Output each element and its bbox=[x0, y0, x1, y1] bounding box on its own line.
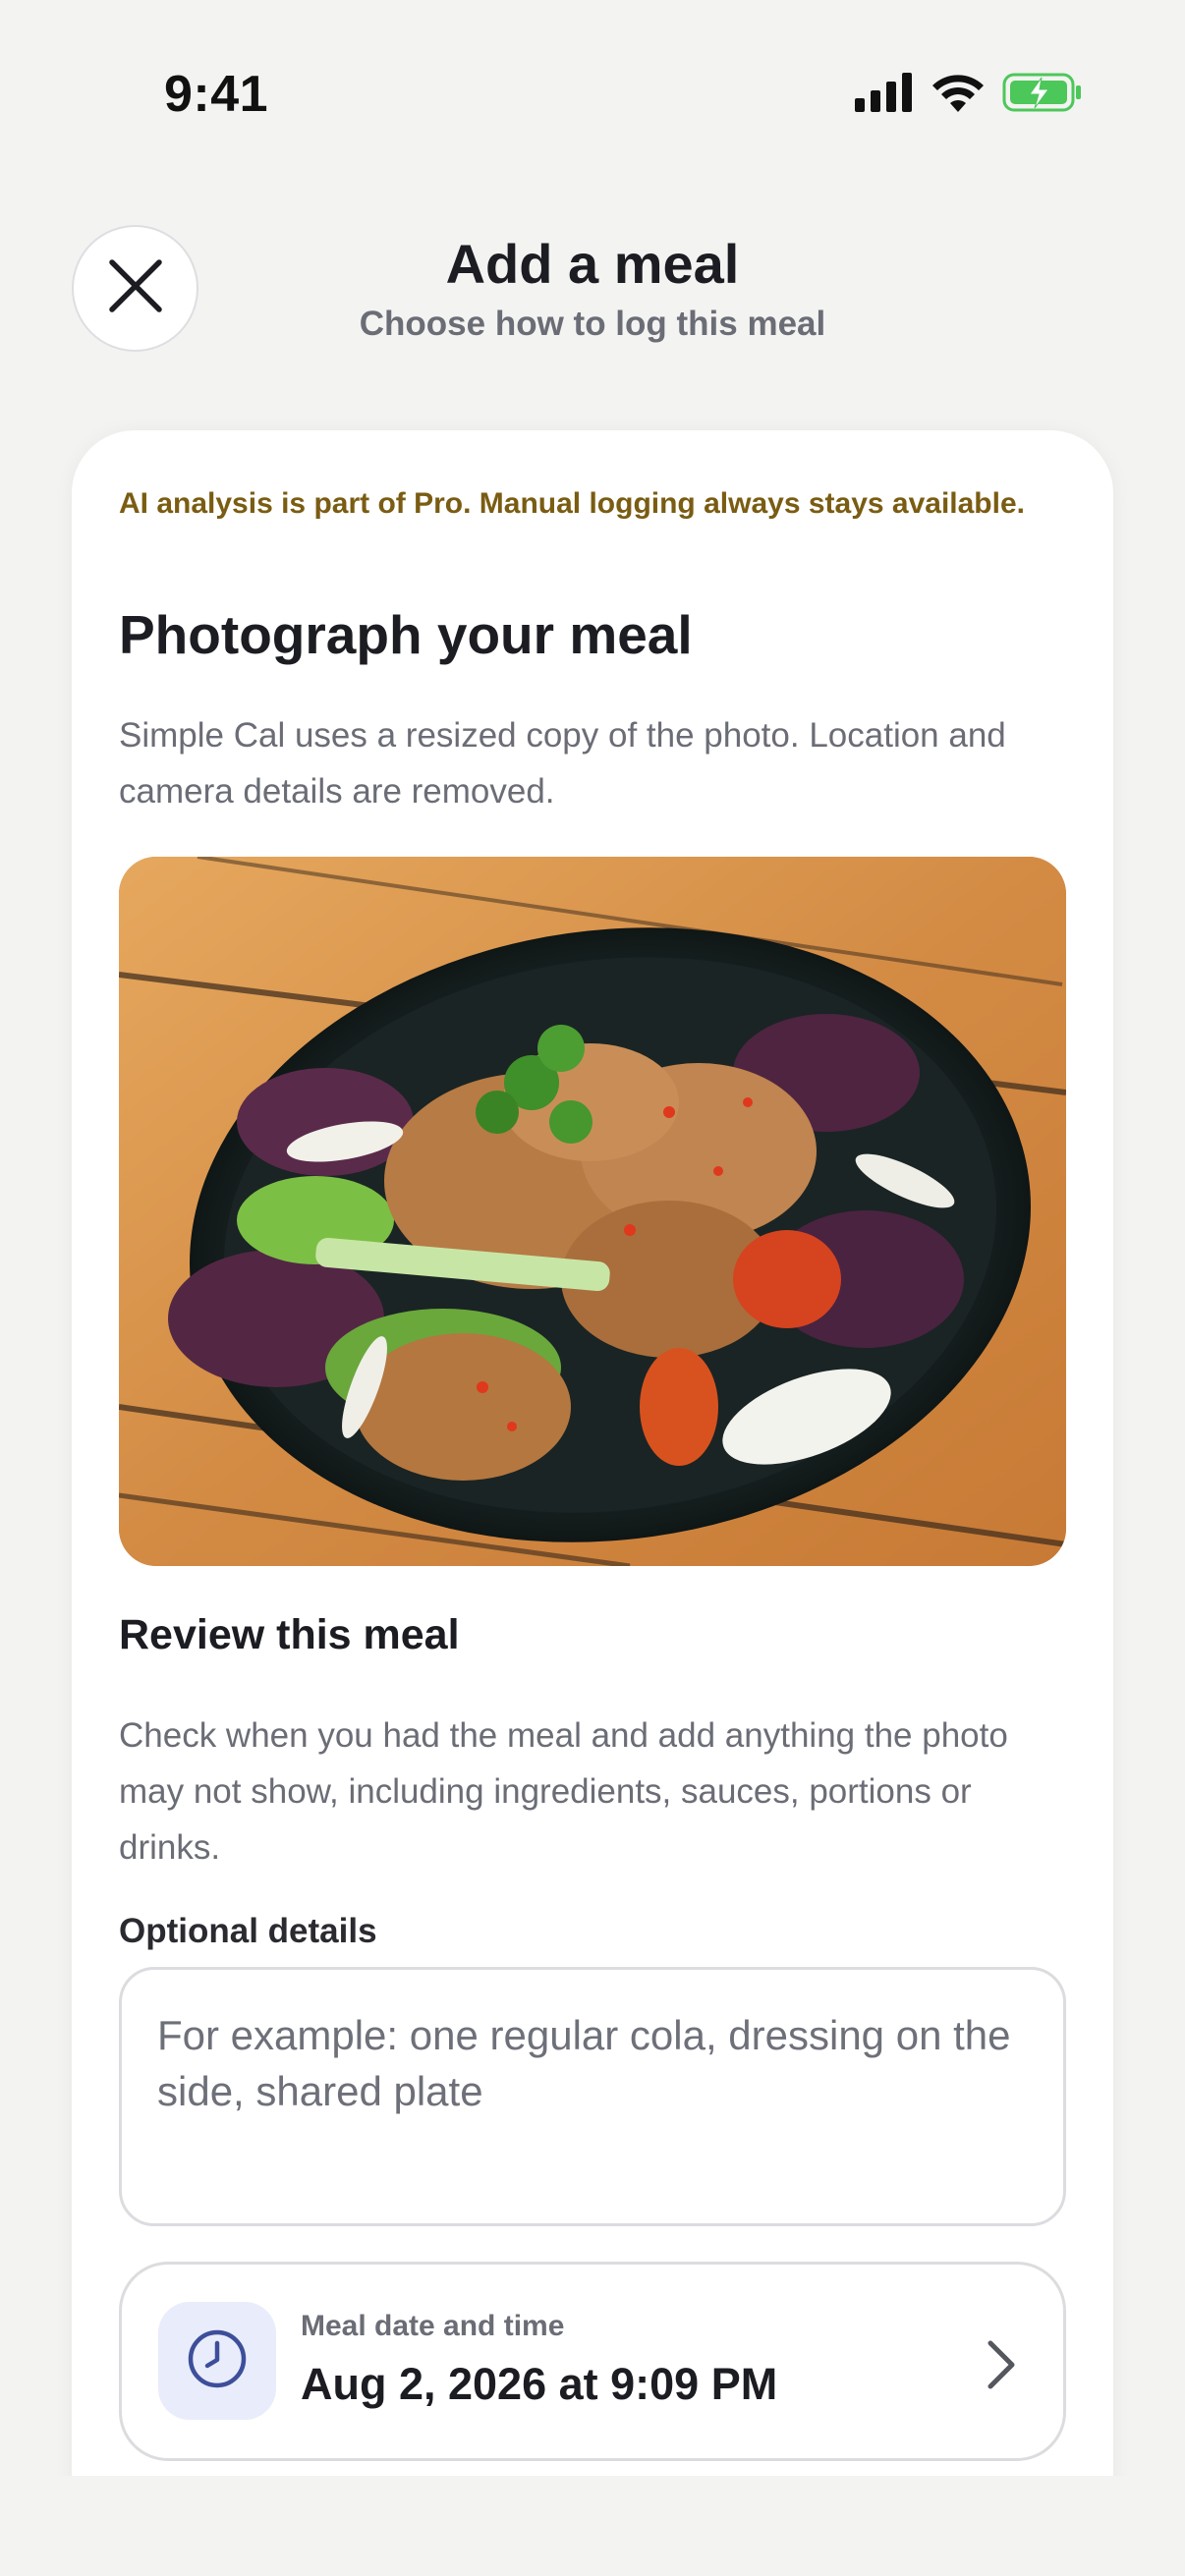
page-title: Add a meal bbox=[445, 233, 740, 295]
clock-badge bbox=[158, 2302, 276, 2420]
optional-details-field[interactable] bbox=[119, 1967, 1066, 2226]
card-title: Photograph your meal bbox=[119, 604, 693, 665]
battery-charging-icon bbox=[1002, 73, 1083, 117]
page-subtitle: Choose how to log this meal bbox=[359, 305, 826, 343]
chevron-right-icon bbox=[981, 2337, 1020, 2397]
bottom-bar bbox=[0, 2476, 1185, 2576]
meal-datetime-row[interactable]: Meal date and time Aug 2, 2026 at 9:09 P… bbox=[119, 2262, 1066, 2461]
meal-photo bbox=[119, 857, 1066, 1566]
add-meal-screen: 9:41 Add a meal Choose how to log this m… bbox=[0, 0, 1185, 2576]
review-title: Review this meal bbox=[119, 1611, 460, 1658]
clock-icon bbox=[186, 2327, 249, 2395]
card-description: Simple Cal uses a resized copy of the ph… bbox=[119, 716, 1006, 811]
datetime-label: Meal date and time bbox=[301, 2310, 565, 2342]
datetime-value: Aug 2, 2026 at 9:09 PM bbox=[301, 2359, 778, 2409]
meal-card: AI analysis is part of Pro. Manual loggi… bbox=[72, 430, 1113, 2576]
status-time: 9:41 bbox=[164, 66, 269, 123]
pro-note: AI analysis is part of Pro. Manual loggi… bbox=[119, 487, 1025, 520]
optional-details-label: Optional details bbox=[119, 1912, 377, 1950]
status-icons bbox=[855, 73, 1083, 117]
review-description: Check when you had the meal and add anyt… bbox=[119, 1716, 1008, 1867]
signal-icon bbox=[855, 73, 914, 117]
wifi-icon bbox=[931, 73, 985, 117]
